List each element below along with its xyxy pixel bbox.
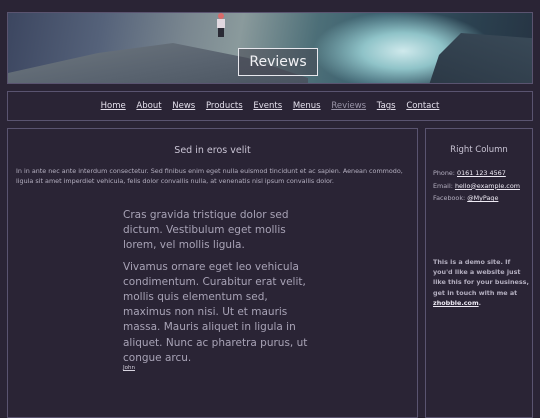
hero-cliff-right bbox=[428, 33, 532, 83]
review-quote: Cras gravida tristique dolor sed dictum.… bbox=[123, 208, 313, 372]
main-nav: Home About News Products Events Menus Re… bbox=[7, 91, 533, 121]
hero-banner: Reviews bbox=[7, 12, 533, 84]
facebook-row: Facebook: @MyPage bbox=[433, 192, 533, 205]
demo-text: This is a demo site. If you'd like a web… bbox=[433, 258, 529, 297]
facebook-link[interactable]: @MyPage bbox=[467, 194, 498, 202]
nav-item-about[interactable]: About bbox=[136, 101, 161, 111]
phone-label: Phone: bbox=[433, 169, 455, 177]
hero-hiker-figure bbox=[216, 13, 226, 37]
nav-item-contact[interactable]: Contact bbox=[406, 101, 439, 111]
page-title: Reviews bbox=[238, 48, 318, 76]
sidebar-heading: Right Column bbox=[450, 145, 508, 155]
email-link[interactable]: hello@example.com bbox=[455, 182, 520, 190]
quote-author[interactable]: John bbox=[123, 365, 135, 371]
phone-row: Phone: 0161 123 4567 bbox=[433, 167, 533, 180]
nav-item-products[interactable]: Products bbox=[206, 101, 243, 111]
email-label: Email: bbox=[433, 181, 453, 190]
nav-item-events[interactable]: Events bbox=[253, 101, 282, 111]
nav-item-home[interactable]: Home bbox=[101, 101, 126, 111]
facebook-label: Facebook: bbox=[433, 194, 466, 202]
quote-paragraph-1: Cras gravida tristique dolor sed dictum.… bbox=[123, 209, 289, 252]
demo-end: . bbox=[478, 298, 482, 307]
main-content: Sed in eros velit In in ante nec ante in… bbox=[7, 128, 418, 418]
right-column: Right Column Phone: 0161 123 4567 Email:… bbox=[425, 128, 533, 418]
nav-item-reviews[interactable]: Reviews bbox=[331, 101, 366, 111]
nav-item-menus[interactable]: Menus bbox=[293, 101, 321, 111]
demo-link[interactable]: zhobble.com bbox=[433, 299, 479, 307]
section-heading: Sed in eros velit bbox=[174, 145, 251, 156]
demo-notice: This is a demo site. If you'd like a web… bbox=[433, 257, 529, 308]
quote-paragraph-2: Vivamus ornare eget leo vehicula condime… bbox=[123, 260, 308, 364]
intro-paragraph: In in ante nec ante interdum consectetur… bbox=[16, 167, 403, 185]
nav-item-news[interactable]: News bbox=[172, 101, 195, 111]
email-row: Email: hello@example.com bbox=[433, 180, 533, 193]
contact-details: Phone: 0161 123 4567 Email: hello@exampl… bbox=[433, 167, 533, 205]
nav-item-tags[interactable]: Tags bbox=[377, 101, 396, 111]
phone-link[interactable]: 0161 123 4567 bbox=[457, 169, 506, 177]
